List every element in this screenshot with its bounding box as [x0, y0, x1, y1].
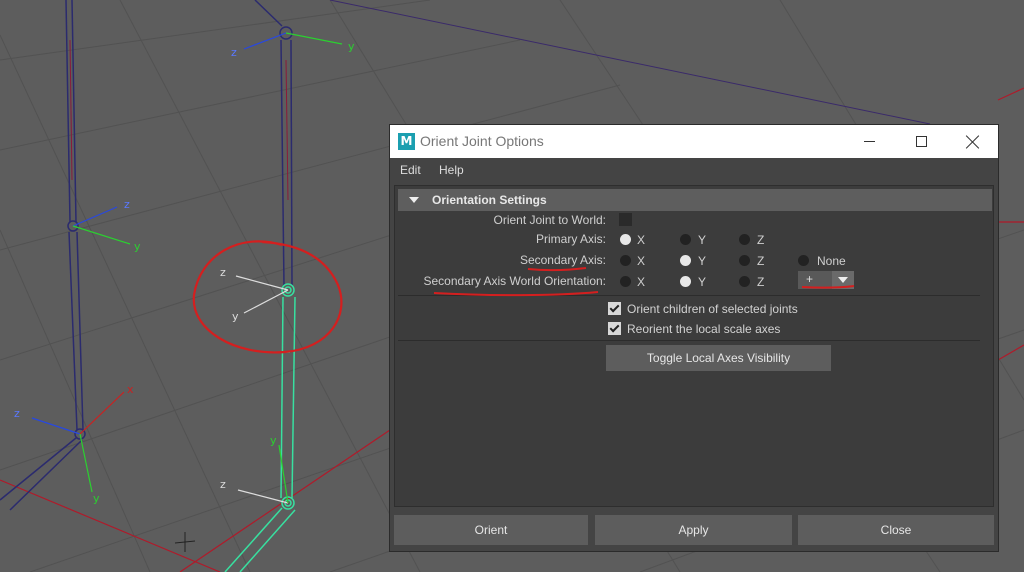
- orient-children-checkbox[interactable]: [608, 302, 621, 315]
- maya-app-icon: M: [398, 133, 415, 150]
- primary-axis-y-label: Y: [698, 233, 707, 247]
- orient-joint-options-dialog: M Orient Joint Options Edit Help Orienta…: [389, 124, 999, 552]
- menu-bar: Edit Help: [390, 158, 998, 182]
- secondary-world-orientation-row: Secondary Axis World Orientation:: [390, 274, 606, 290]
- window-close-button[interactable]: [950, 125, 996, 158]
- secondary-axis-none-radio[interactable]: [798, 255, 809, 266]
- window-title: Orient Joint Options: [420, 133, 544, 149]
- primary-axis-label: Primary Axis:: [535, 232, 606, 246]
- secondary-axis-label: Secondary Axis:: [519, 253, 606, 267]
- orient-children-label: Orient children of selected joints: [627, 302, 798, 316]
- primary-axis-y-radio[interactable]: [680, 234, 691, 245]
- maximize-icon: [915, 136, 927, 147]
- secondary-world-orientation-label: Secondary Axis World Orientation:: [423, 274, 606, 288]
- primary-axis-x-label: X: [637, 233, 646, 247]
- apply-button[interactable]: Apply: [595, 515, 792, 545]
- orient-button[interactable]: Orient: [394, 515, 588, 545]
- separator: [398, 295, 980, 296]
- grid-axis-line: [0, 479, 221, 572]
- axis-label-x: x: [127, 383, 134, 396]
- primary-axis-x-radio[interactable]: [620, 234, 631, 245]
- world-orientation-z-label: Z: [757, 275, 765, 289]
- separator: [398, 340, 980, 341]
- minimize-button[interactable]: [846, 125, 892, 158]
- secondary-axis-y-radio[interactable]: [680, 255, 691, 266]
- maximize-button[interactable]: [898, 125, 944, 158]
- secondary-axis-x-label: X: [637, 254, 646, 268]
- secondary-axis-z-label: Z: [757, 254, 765, 268]
- close-button[interactable]: Close: [798, 515, 994, 545]
- secondary-axis-none-label: None: [817, 254, 846, 268]
- axis-label-y: y: [134, 240, 141, 253]
- secondary-axis-row: Secondary Axis:: [390, 253, 606, 269]
- close-icon: [966, 135, 980, 149]
- axis-label-y: y: [232, 310, 239, 323]
- world-orientation-y-radio[interactable]: [680, 276, 691, 287]
- origin-marker: [174, 532, 196, 552]
- world-orientation-y-label: Y: [698, 275, 707, 289]
- grid-axis-line: [997, 344, 1024, 361]
- primary-axis-row: Primary Axis:: [390, 232, 606, 248]
- axis-label-y: y: [93, 492, 100, 505]
- axis-label-z: z: [231, 46, 237, 59]
- axis-sign-dropdown-button[interactable]: [832, 271, 854, 289]
- minimize-icon: [863, 141, 875, 142]
- axis-label-z: z: [220, 266, 226, 279]
- section-header-orientation-settings[interactable]: Orientation Settings: [398, 189, 992, 211]
- primary-axis-z-label: Z: [757, 233, 765, 247]
- axis-label-z: z: [220, 478, 226, 491]
- axis-label-z: z: [124, 198, 130, 211]
- chevron-down-icon: [838, 277, 848, 283]
- selected-joint-chain[interactable]: [224, 283, 296, 572]
- menu-help[interactable]: Help: [439, 163, 464, 177]
- menu-edit[interactable]: Edit: [400, 163, 421, 177]
- secondary-axis-z-radio[interactable]: [739, 255, 750, 266]
- grid-axis-line: [997, 87, 1024, 101]
- orient-to-world-label: Orient Joint to World:: [493, 213, 607, 227]
- axis-sign-value: +: [806, 272, 814, 286]
- world-orientation-z-radio[interactable]: [739, 276, 750, 287]
- reorient-scale-label: Reorient the local scale axes: [627, 322, 781, 336]
- world-orientation-x-radio[interactable]: [620, 276, 631, 287]
- axis-sign-dropdown[interactable]: +: [798, 271, 854, 289]
- section-title: Orientation Settings: [432, 193, 547, 207]
- title-bar[interactable]: M Orient Joint Options: [390, 125, 998, 158]
- secondary-axis-x-radio[interactable]: [620, 255, 631, 266]
- reorient-scale-checkbox[interactable]: [608, 322, 621, 335]
- world-orientation-x-label: X: [637, 275, 646, 289]
- axis-label-z: z: [14, 407, 20, 420]
- axis-label-y: y: [270, 434, 277, 447]
- bone-segment: [285, 59, 289, 201]
- bone-segment: [69, 39, 73, 181]
- orient-to-world-row: Orient Joint to World:: [390, 213, 607, 229]
- orient-to-world-checkbox[interactable]: [619, 213, 632, 226]
- secondary-axis-y-label: Y: [698, 254, 707, 268]
- axis-label-y: y: [348, 40, 355, 53]
- primary-axis-z-radio[interactable]: [739, 234, 750, 245]
- left-leg-skeleton[interactable]: [0, 0, 86, 511]
- toggle-local-axes-visibility-button[interactable]: Toggle Local Axes Visibility: [606, 345, 831, 371]
- collapse-arrow-icon: [409, 197, 419, 203]
